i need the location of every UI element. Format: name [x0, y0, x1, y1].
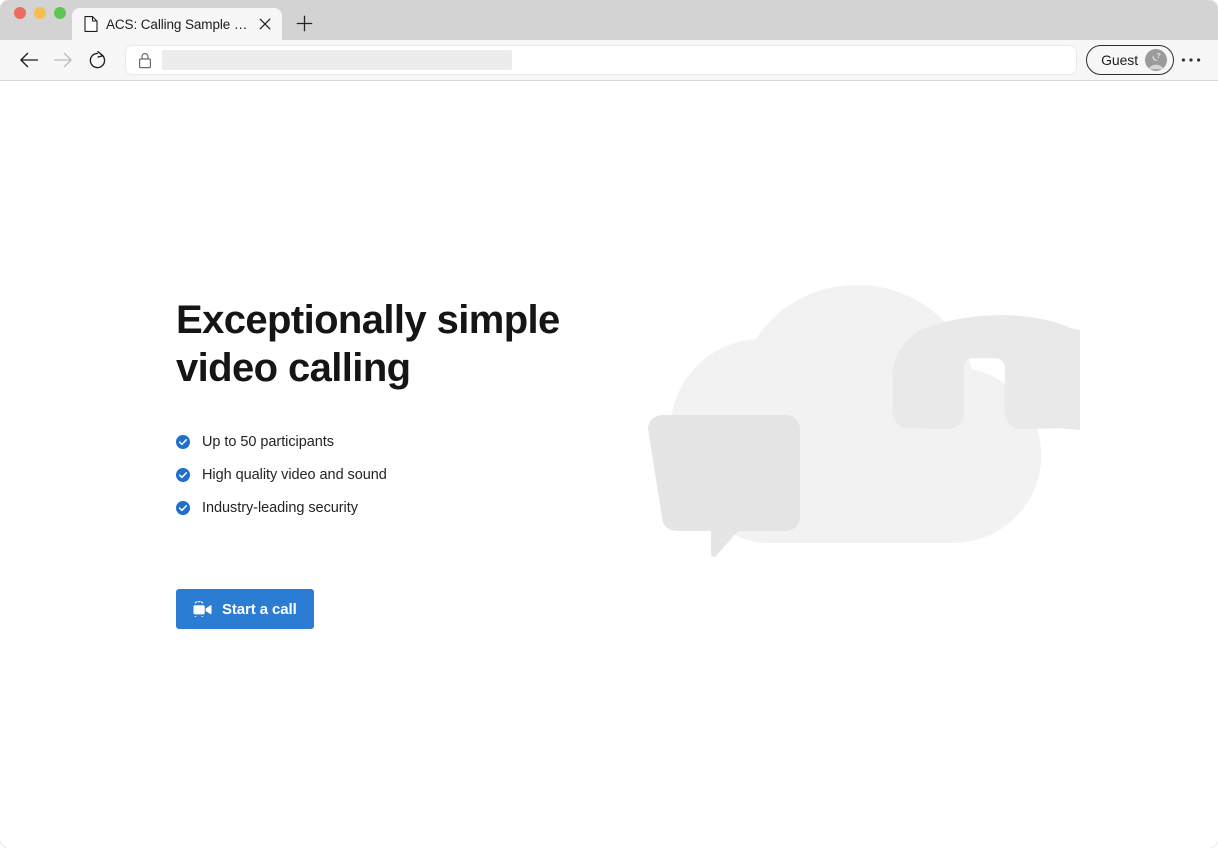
- cloud-chat-phone-illustration: [648, 285, 1080, 557]
- list-item: High quality video and sound: [176, 467, 596, 483]
- ellipsis-icon: [1181, 58, 1201, 62]
- browser-window: ACS: Calling Sample app Guest ? Exceptio…: [0, 0, 1218, 848]
- arrow-left-icon: [20, 52, 39, 68]
- browser-toolbar: Guest ?: [0, 40, 1218, 81]
- forward-button: [46, 45, 80, 75]
- page-icon: [84, 16, 98, 32]
- page-title-line-2: video calling: [176, 346, 411, 390]
- check-circle-icon: [176, 468, 190, 482]
- tab-title: ACS: Calling Sample app: [106, 16, 248, 32]
- page-content: Exceptionally simple video calling Up to…: [0, 82, 1218, 848]
- chat-bubble-shape: [648, 415, 800, 557]
- start-call-label: Start a call: [222, 600, 297, 618]
- check-circle-icon: [176, 435, 190, 449]
- page-title-line-1: Exceptionally simple: [176, 298, 560, 342]
- browser-menu-button[interactable]: [1174, 45, 1208, 75]
- close-window-button[interactable]: [14, 7, 26, 19]
- lock-icon: [139, 52, 152, 68]
- url-input[interactable]: [162, 50, 512, 70]
- page-title: Exceptionally simple video calling: [176, 296, 596, 392]
- feature-label: Up to 50 participants: [202, 434, 334, 450]
- svg-text:?: ?: [1156, 51, 1161, 60]
- phone-handset-shape: [892, 315, 1080, 432]
- feature-list: Up to 50 participants High quality video…: [176, 434, 596, 516]
- list-item: Industry-leading security: [176, 500, 596, 516]
- list-item: Up to 50 participants: [176, 434, 596, 450]
- reload-button[interactable]: [80, 45, 114, 75]
- feature-label: High quality video and sound: [202, 467, 387, 483]
- hero-section: Exceptionally simple video calling Up to…: [176, 296, 596, 629]
- minimize-window-button[interactable]: [34, 7, 46, 19]
- new-tab-button[interactable]: [290, 9, 318, 37]
- profile-label: Guest: [1101, 52, 1138, 68]
- window-traffic-lights: [0, 0, 66, 40]
- profile-button[interactable]: Guest ?: [1086, 45, 1174, 75]
- browser-tab[interactable]: ACS: Calling Sample app: [72, 8, 282, 40]
- check-circle-icon: [176, 501, 190, 515]
- cloud-shape: [670, 285, 1042, 543]
- person-question-icon: ?: [1145, 49, 1167, 71]
- plus-icon: [296, 15, 312, 31]
- start-call-button[interactable]: Start a call: [176, 589, 314, 629]
- feature-label: Industry-leading security: [202, 500, 358, 516]
- video-camera-icon: [193, 601, 212, 617]
- close-icon[interactable]: [256, 15, 274, 33]
- arrow-right-icon: [53, 52, 72, 68]
- reload-icon: [89, 50, 105, 68]
- zoom-window-button[interactable]: [54, 7, 66, 19]
- back-button[interactable]: [12, 45, 46, 75]
- address-bar[interactable]: [126, 46, 1077, 74]
- tab-strip: ACS: Calling Sample app: [0, 0, 1218, 40]
